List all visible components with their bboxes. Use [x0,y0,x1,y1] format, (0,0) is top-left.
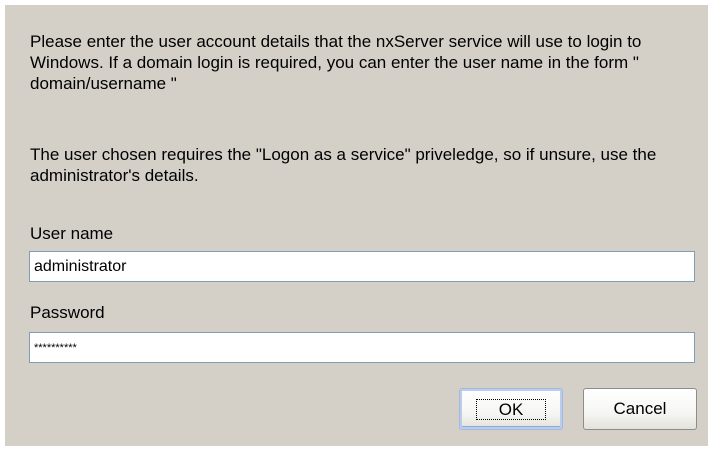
ok-button-label: OK [475,398,547,420]
privilege-note-text: The user chosen requires the "Logon as a… [30,145,657,185]
username-field[interactable] [29,251,695,282]
ok-button[interactable]: OK [459,388,563,430]
intro-text: Please enter the user account details th… [30,32,642,93]
cancel-button[interactable]: Cancel [583,388,697,430]
password-label: Password [30,303,105,322]
password-field[interactable] [29,332,695,363]
logon-credentials-dialog: Please enter the user account details th… [5,5,708,446]
username-label: User name [30,224,114,243]
